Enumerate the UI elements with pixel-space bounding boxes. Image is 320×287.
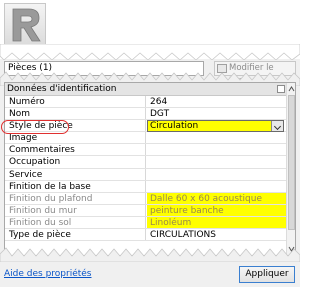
room-style-dropdown[interactable]: Circulation: [147, 120, 284, 133]
vertical-scrollbar[interactable]: [286, 83, 295, 255]
collapse-icon[interactable]: [277, 85, 285, 93]
property-value[interactable]: Linoléum: [147, 216, 287, 229]
property-name: Type de pièce: [5, 229, 146, 241]
property-row[interactable]: Finition du mur peinture banche: [5, 204, 287, 217]
property-value[interactable]: CIRCULATIONS: [147, 229, 287, 240]
property-value[interactable]: [147, 156, 287, 167]
palette-footer: Aide des propriétés Appliquer: [0, 262, 300, 287]
property-name: Numéro: [5, 96, 146, 108]
property-name: Commentaires: [5, 144, 146, 156]
property-value[interactable]: Dalle 60 x 60 acoustique: [147, 192, 287, 204]
property-row[interactable]: Nom DGT: [5, 108, 287, 121]
properties-help-link[interactable]: Aide des propriétés: [4, 269, 92, 279]
property-row[interactable]: Commentaires: [5, 144, 287, 157]
group-header[interactable]: Données d'identification: [5, 83, 287, 96]
property-name: Nom: [5, 108, 146, 120]
property-row[interactable]: Type de pièce CIRCULATIONS: [5, 229, 287, 242]
dropdown-value-text: Circulation: [150, 121, 199, 132]
property-value[interactable]: DGT: [147, 108, 287, 119]
properties-palette: Pièces (1) Modifier le type Données d'id…: [0, 0, 300, 287]
property-row[interactable]: Service: [5, 168, 287, 181]
property-row[interactable]: Finition du plafond Dalle 60 x 60 acoust…: [5, 192, 287, 205]
highlight-annotation: [1, 120, 69, 134]
property-row[interactable]: Occupation: [5, 156, 287, 169]
property-name: Occupation: [5, 156, 146, 168]
property-rows: Numéro 264 Nom DGT Style de pièce Circul…: [5, 96, 287, 242]
property-value[interactable]: 264: [147, 96, 287, 107]
torn-edge-bottom: [0, 247, 300, 262]
property-name: Finition de la base: [5, 180, 146, 192]
property-row[interactable]: Finition de la base: [5, 180, 287, 193]
app-logo-icon: [4, 3, 46, 45]
apply-button[interactable]: Appliquer: [239, 266, 295, 283]
property-name: Finition du plafond: [5, 192, 146, 204]
property-name: Finition du sol: [5, 216, 146, 229]
property-name: Service: [5, 168, 146, 180]
property-value[interactable]: [147, 169, 287, 180]
property-value[interactable]: peinture banche: [147, 204, 287, 216]
chevron-down-icon[interactable]: [271, 121, 283, 132]
property-value[interactable]: [147, 132, 287, 143]
scroll-thumb[interactable]: [288, 95, 295, 230]
group-title: Données d'identification: [7, 84, 117, 94]
property-row[interactable]: Numéro 264: [5, 96, 287, 109]
properties-grid: Données d'identification Numéro 264 Nom …: [4, 82, 296, 256]
property-row[interactable]: Finition du sol Linoléum: [5, 216, 287, 230]
property-name: Finition du mur: [5, 204, 146, 216]
scroll-up-icon[interactable]: [288, 85, 295, 93]
property-value[interactable]: [147, 144, 287, 155]
property-row[interactable]: Image: [5, 132, 287, 145]
property-value[interactable]: [147, 181, 287, 192]
